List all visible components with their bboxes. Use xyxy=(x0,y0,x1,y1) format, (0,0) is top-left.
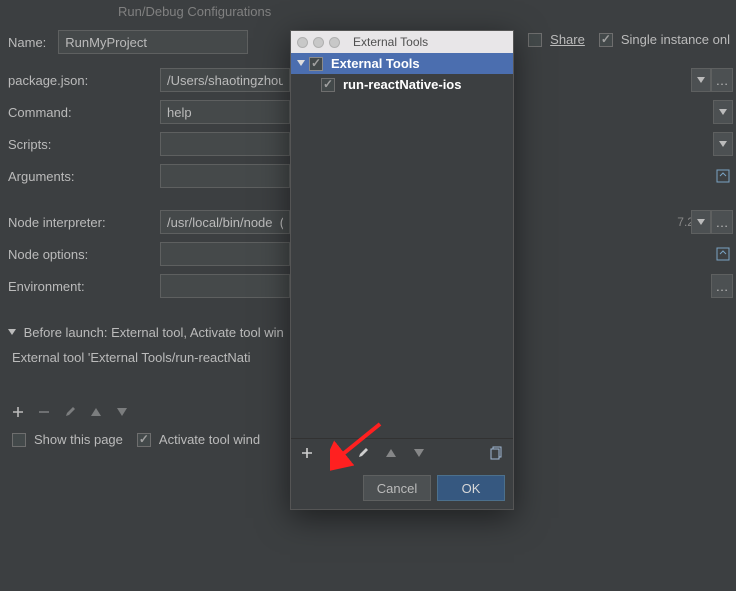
tree-item-label: run-reactNative-ios xyxy=(343,77,461,92)
remove-icon[interactable] xyxy=(327,445,343,461)
name-label: Name: xyxy=(8,35,46,50)
activate-tool-window-label: Activate tool wind xyxy=(159,432,260,447)
edit-icon[interactable] xyxy=(62,404,78,420)
move-down-icon[interactable] xyxy=(114,404,130,420)
environment-input[interactable] xyxy=(160,274,290,298)
package-json-browse[interactable]: … xyxy=(711,68,733,92)
add-icon[interactable] xyxy=(10,404,26,420)
activate-tool-window-checkbox[interactable]: Activate tool wind xyxy=(137,432,260,447)
close-icon[interactable] xyxy=(297,37,308,48)
checkbox-icon xyxy=(528,33,542,47)
single-instance-label: Single instance onl xyxy=(621,32,730,47)
move-up-icon[interactable] xyxy=(88,404,104,420)
show-this-page-checkbox[interactable]: Show this page xyxy=(12,432,123,447)
environment-label: Environment: xyxy=(8,279,148,294)
zoom-icon[interactable] xyxy=(329,37,340,48)
move-up-icon[interactable] xyxy=(383,445,399,461)
window-title: Run/Debug Configurations xyxy=(0,0,736,27)
node-interpreter-dropdown[interactable] xyxy=(691,210,711,234)
checkbox-icon[interactable] xyxy=(309,57,323,71)
edit-icon[interactable] xyxy=(355,445,371,461)
package-json-label: package.json: xyxy=(8,73,148,88)
command-label: Command: xyxy=(8,105,148,120)
dialog-title: External Tools xyxy=(353,35,428,49)
checkbox-icon xyxy=(599,33,613,47)
share-label: Share xyxy=(550,32,585,47)
cancel-button[interactable]: Cancel xyxy=(363,475,431,501)
show-this-page-label: Show this page xyxy=(34,432,123,447)
arguments-input[interactable] xyxy=(160,164,290,188)
node-interpreter-label: Node interpreter: xyxy=(8,215,148,230)
move-down-icon[interactable] xyxy=(411,445,427,461)
package-json-input[interactable] xyxy=(160,68,290,92)
before-launch-title: Before launch: External tool, Activate t… xyxy=(24,325,284,340)
share-checkbox[interactable]: Share xyxy=(528,32,585,47)
external-tools-dialog: External Tools External Tools run-reactN… xyxy=(290,30,514,510)
checkbox-icon[interactable] xyxy=(321,78,335,92)
name-input[interactable] xyxy=(58,30,248,54)
add-icon[interactable] xyxy=(299,445,315,461)
collapse-icon xyxy=(8,325,16,340)
tree-item[interactable]: run-reactNative-ios xyxy=(291,74,513,95)
expand-icon xyxy=(297,56,305,71)
node-interpreter-input[interactable] xyxy=(160,210,290,234)
remove-icon[interactable] xyxy=(36,404,52,420)
node-options-label: Node options: xyxy=(8,247,148,262)
ok-button[interactable]: OK xyxy=(437,475,505,501)
scripts-label: Scripts: xyxy=(8,137,148,152)
node-options-expand-icon[interactable] xyxy=(713,242,733,266)
environment-browse[interactable]: … xyxy=(711,274,733,298)
tree-root[interactable]: External Tools xyxy=(291,53,513,74)
package-json-dropdown[interactable] xyxy=(691,68,711,92)
node-interpreter-browse[interactable]: … xyxy=(711,210,733,234)
minimize-icon[interactable] xyxy=(313,37,324,48)
scripts-dropdown[interactable] xyxy=(713,132,733,156)
command-input[interactable] xyxy=(160,100,290,124)
tree-root-label: External Tools xyxy=(331,56,420,71)
command-dropdown[interactable] xyxy=(713,100,733,124)
scripts-input[interactable] xyxy=(160,132,290,156)
checkbox-icon xyxy=(12,433,26,447)
arguments-label: Arguments: xyxy=(8,169,148,184)
node-options-input[interactable] xyxy=(160,242,290,266)
copy-icon[interactable] xyxy=(489,445,505,461)
checkbox-icon xyxy=(137,433,151,447)
arguments-expand-icon[interactable] xyxy=(713,164,733,188)
dialog-titlebar[interactable]: External Tools xyxy=(291,31,513,53)
single-instance-checkbox[interactable]: Single instance onl xyxy=(599,32,730,47)
